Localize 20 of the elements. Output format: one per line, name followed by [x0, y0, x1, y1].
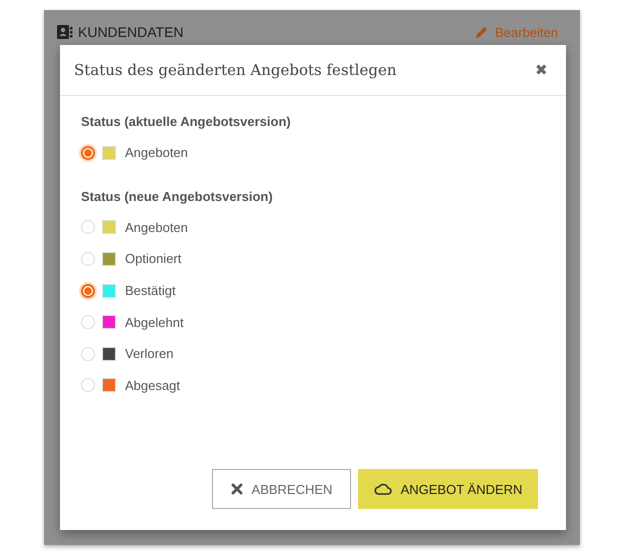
change-offer-button[interactable]: ANGEBOT ÄNDERN [358, 469, 538, 509]
option-label: Abgelehnt [125, 314, 184, 330]
address-book-icon [57, 25, 73, 39]
pencil-icon [475, 25, 490, 39]
option-label: Verloren [125, 346, 174, 362]
option-label: Angeboten [125, 145, 188, 160]
option-label: Abgesagt [125, 378, 180, 393]
radio-button[interactable] [81, 284, 95, 298]
panel-title: KUNDENDATEN [78, 24, 184, 40]
cancel-button[interactable]: ABBRECHEN [212, 469, 351, 509]
cloud-icon [374, 483, 392, 495]
close-button[interactable]: ✖ [535, 61, 548, 79]
close-icon [230, 483, 243, 495]
dialog-title: Status des geänderten Angebots festlegen [74, 61, 396, 79]
group-heading: Status (aktuelle Angebotsversion) [81, 114, 292, 129]
radio-button[interactable] [81, 146, 95, 160]
option-label: Bestätigt [125, 283, 176, 298]
option-label: Angeboten [125, 220, 188, 235]
group-heading: Status (neue Angebotsversion) [81, 188, 274, 204]
option-label: Optioniert [125, 251, 182, 266]
